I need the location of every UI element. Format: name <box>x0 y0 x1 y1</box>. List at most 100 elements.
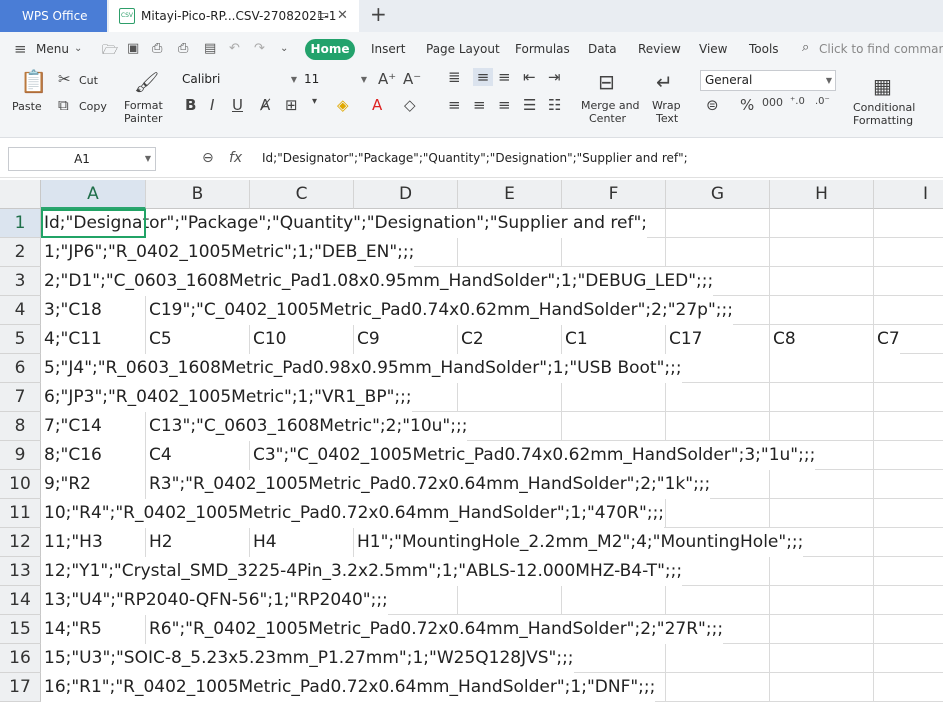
borders-icon[interactable]: ⊞ <box>285 96 298 114</box>
wrap-text-label-1[interactable]: Wrap <box>652 99 681 112</box>
row-header-13[interactable]: 13 <box>0 557 41 586</box>
close-tab-icon[interactable]: ✕ <box>337 0 348 32</box>
cell-a2[interactable]: 1;"JP6";"R_0402_1005Metric";1;"DEB_EN";;… <box>41 238 415 267</box>
column-header-g[interactable]: G <box>666 180 770 209</box>
window-icon[interactable]: ▭ <box>317 0 329 32</box>
paste-button[interactable]: Paste <box>12 100 42 113</box>
bold-icon[interactable]: B <box>185 96 196 114</box>
justify-icon[interactable]: ☰ <box>523 96 536 114</box>
cell-d12[interactable]: H1";"MountingHole_2.2mm_M2";4;"MountingH… <box>354 528 804 557</box>
font-color-icon[interactable]: A <box>372 96 382 114</box>
grid-cell[interactable] <box>874 557 943 586</box>
currency-icon[interactable]: ⊜ <box>706 96 719 114</box>
cell-a9[interactable]: 8;"C16 <box>41 441 145 470</box>
row-header-4[interactable]: 4 <box>0 296 41 325</box>
wrap-text-icon[interactable]: ↵ <box>656 70 673 94</box>
grid-cell[interactable] <box>874 528 943 557</box>
row-header-8[interactable]: 8 <box>0 412 41 441</box>
grid-cell[interactable] <box>666 499 770 528</box>
grid-cell[interactable] <box>562 383 666 412</box>
font-name-select[interactable]: Calibri ▼ <box>178 70 300 91</box>
tab-tools[interactable]: Tools <box>749 42 779 56</box>
app-tab[interactable]: WPS Office <box>0 0 107 32</box>
number-format-select[interactable]: General ▼ <box>700 70 836 91</box>
copy-button[interactable]: Copy <box>79 100 107 113</box>
tab-formulas[interactable]: Formulas <box>515 42 570 56</box>
row-header-11[interactable]: 11 <box>0 499 41 528</box>
row-header-1[interactable]: 1 <box>0 209 41 238</box>
cell-c5[interactable]: C10 <box>250 325 353 354</box>
column-header-c[interactable]: C <box>250 180 354 209</box>
cell-a3[interactable]: 2;"D1";"C_0603_1608Metric_Pad1.08x0.95mm… <box>41 267 714 296</box>
grid-cell[interactable] <box>458 383 562 412</box>
cell-d5[interactable]: C9 <box>354 325 457 354</box>
cell-b15[interactable]: R6";"R_0402_1005Metric_Pad0.72x0.64mm_Ha… <box>146 615 724 644</box>
cell-a13[interactable]: 12;"Y1";"Crystal_SMD_3225-4Pin_3.2x2.5mm… <box>41 557 683 586</box>
clear-format-icon[interactable]: ◇ <box>404 96 416 114</box>
conditional-formatting-label-1[interactable]: Conditional <box>853 101 915 114</box>
select-all-corner[interactable] <box>0 180 41 209</box>
row-header-10[interactable]: 10 <box>0 470 41 499</box>
grid-cell[interactable] <box>874 499 943 528</box>
fill-color-icon[interactable]: ◈ <box>337 96 349 114</box>
grid-cell[interactable] <box>666 412 770 441</box>
percent-icon[interactable]: % <box>740 96 754 114</box>
grid-cell[interactable] <box>874 383 943 412</box>
chevron-down-icon[interactable]: ⌄ <box>74 43 82 54</box>
grid-cell[interactable] <box>458 238 562 267</box>
tab-page-layout[interactable]: Page Layout <box>426 42 500 56</box>
grid-cell[interactable] <box>874 267 943 296</box>
export-icon[interactable]: ▤ <box>204 41 216 56</box>
font-size-select[interactable]: 11 ▼ <box>300 70 370 91</box>
grid-cell[interactable] <box>666 586 770 615</box>
cell-b12[interactable]: H2 <box>146 528 249 557</box>
row-header-5[interactable]: 5 <box>0 325 41 354</box>
row-header-2[interactable]: 2 <box>0 238 41 267</box>
column-header-h[interactable]: H <box>770 180 874 209</box>
distributed-icon[interactable]: ☷ <box>548 96 561 114</box>
grid-cell[interactable] <box>666 673 770 702</box>
grid-cell[interactable] <box>770 644 874 673</box>
cell-b5[interactable]: C5 <box>146 325 249 354</box>
name-box[interactable]: A1 ▼ <box>8 147 156 171</box>
cell-h5[interactable]: C8 <box>770 325 873 354</box>
grid-cell[interactable] <box>562 412 666 441</box>
cell-b10[interactable]: R3";"R_0402_1005Metric_Pad0.72x0.64mm_Ha… <box>146 470 711 499</box>
grid-cell[interactable] <box>874 470 943 499</box>
tab-review[interactable]: Review <box>638 42 681 56</box>
cell-a7[interactable]: 6;"JP3";"R_0402_1005Metric";1;"VR1_BP";;… <box>41 383 412 412</box>
search-commands[interactable]: Click to find comman <box>819 42 943 56</box>
align-center-icon[interactable]: ≡ <box>473 96 486 114</box>
grid-cell[interactable] <box>874 644 943 673</box>
row-header-15[interactable]: 15 <box>0 615 41 644</box>
cell-a14[interactable]: 13;"U4";"RP2040-QFN-56";1;"RP2040";;; <box>41 586 388 615</box>
cell-a5[interactable]: 4;"C11 <box>41 325 145 354</box>
cell-a15[interactable]: 14;"R5 <box>41 615 145 644</box>
grid-cell[interactable] <box>770 557 874 586</box>
grid-cell[interactable] <box>666 209 770 238</box>
grid-cell[interactable] <box>770 470 874 499</box>
align-right-icon[interactable]: ≡ <box>498 96 511 114</box>
grid-cell[interactable] <box>770 209 874 238</box>
format-painter-label-1[interactable]: Format <box>124 99 163 112</box>
column-header-d[interactable]: D <box>354 180 458 209</box>
save-icon[interactable]: ▣ <box>127 41 139 56</box>
cell-a11[interactable]: 10;"R4";"R_0402_1005Metric_Pad0.72x0.64m… <box>41 499 665 528</box>
merge-center-icon[interactable]: ⊟ <box>598 70 615 94</box>
grid-cell[interactable] <box>458 412 562 441</box>
grid-cell[interactable] <box>770 296 874 325</box>
cell-f5[interactable]: C1 <box>562 325 665 354</box>
row-header-7[interactable]: 7 <box>0 383 41 412</box>
grid-cell[interactable] <box>874 209 943 238</box>
cell-c9[interactable]: C3";"C_0402_1005Metric_Pad0.74x0.62mm_Ha… <box>250 441 816 470</box>
cell-a8[interactable]: 7;"C14 <box>41 412 145 441</box>
strikethrough-icon[interactable]: Ⱥ <box>260 96 270 114</box>
cell-a12[interactable]: 11;"H3 <box>41 528 145 557</box>
open-icon[interactable]: 🗁 <box>102 41 118 63</box>
cell-a17[interactable]: 16;"R1";"R_0402_1005Metric_Pad0.72x0.64m… <box>41 673 656 702</box>
cut-button[interactable]: Cut <box>79 74 98 87</box>
grid-cell[interactable] <box>562 586 666 615</box>
grid-cell[interactable] <box>770 673 874 702</box>
wrap-text-label-2[interactable]: Text <box>656 112 678 125</box>
column-header-a[interactable]: A <box>41 180 146 209</box>
